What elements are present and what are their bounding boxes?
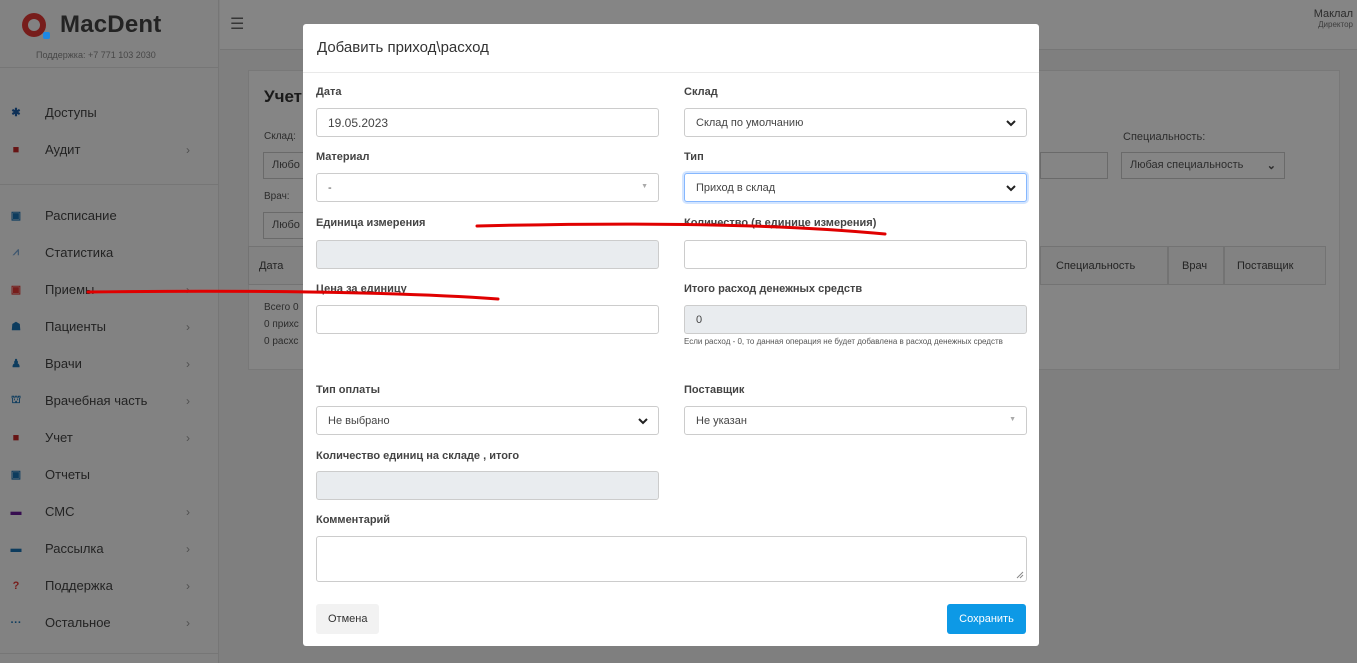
- sklad-select[interactable]: Склад по умолчанию: [684, 108, 1027, 137]
- material-label: Материал: [316, 151, 370, 163]
- type-value: Приход в склад: [696, 181, 776, 194]
- supplier-value: Не указан: [696, 414, 747, 427]
- unit-label: Единица измерения: [316, 217, 426, 229]
- chevron-down-icon: [1006, 185, 1016, 192]
- resize-grip-icon[interactable]: [1016, 571, 1024, 579]
- cancel-button[interactable]: Отмена: [316, 604, 380, 634]
- caret-down-icon: ▼: [1009, 416, 1016, 423]
- payment-type-select[interactable]: Не выбрано: [316, 406, 659, 435]
- save-button[interactable]: Сохранить: [947, 604, 1026, 634]
- payment-type-label: Тип оплаты: [316, 384, 381, 396]
- chevron-down-icon: [1006, 120, 1016, 127]
- supplier-label: Поставщик: [684, 384, 745, 396]
- unit-input: [316, 240, 659, 269]
- material-select[interactable]: - ▼: [316, 173, 659, 202]
- price-label: Цена за единицу: [316, 283, 407, 295]
- caret-down-icon: ▼: [641, 183, 648, 190]
- date-input[interactable]: 19.05.2023: [316, 108, 659, 137]
- total-label: Итого расход денежных средств: [684, 283, 863, 295]
- stock-label: Количество единиц на складе , итого: [316, 450, 520, 462]
- material-value: -: [328, 181, 332, 194]
- chevron-down-icon: [638, 418, 648, 425]
- sklad-label: Склад: [684, 86, 718, 98]
- stock-input: [316, 471, 659, 500]
- date-value: 19.05.2023: [328, 115, 389, 130]
- quantity-label: Количество (в единице измерения): [684, 217, 877, 229]
- comment-textarea[interactable]: [316, 536, 1027, 582]
- supplier-select[interactable]: Не указан ▼: [684, 406, 1027, 435]
- add-transaction-modal: Добавить приход\расход Дата 19.05.2023 С…: [303, 24, 1039, 646]
- date-label: Дата: [316, 86, 342, 98]
- payment-type-value: Не выбрано: [328, 414, 390, 427]
- type-label: Тип: [684, 151, 704, 163]
- total-input: 0: [684, 305, 1027, 334]
- total-hint: Если расход - 0, то данная операция не б…: [684, 337, 1003, 346]
- modal-title: Добавить приход\расход: [317, 39, 489, 56]
- comment-label: Комментарий: [316, 514, 391, 526]
- modal-divider: [303, 72, 1039, 73]
- total-value: 0: [696, 313, 703, 326]
- type-select[interactable]: Приход в склад: [684, 173, 1027, 202]
- price-input[interactable]: [316, 305, 659, 334]
- quantity-input[interactable]: [684, 240, 1027, 269]
- sklad-value: Склад по умолчанию: [696, 116, 804, 129]
